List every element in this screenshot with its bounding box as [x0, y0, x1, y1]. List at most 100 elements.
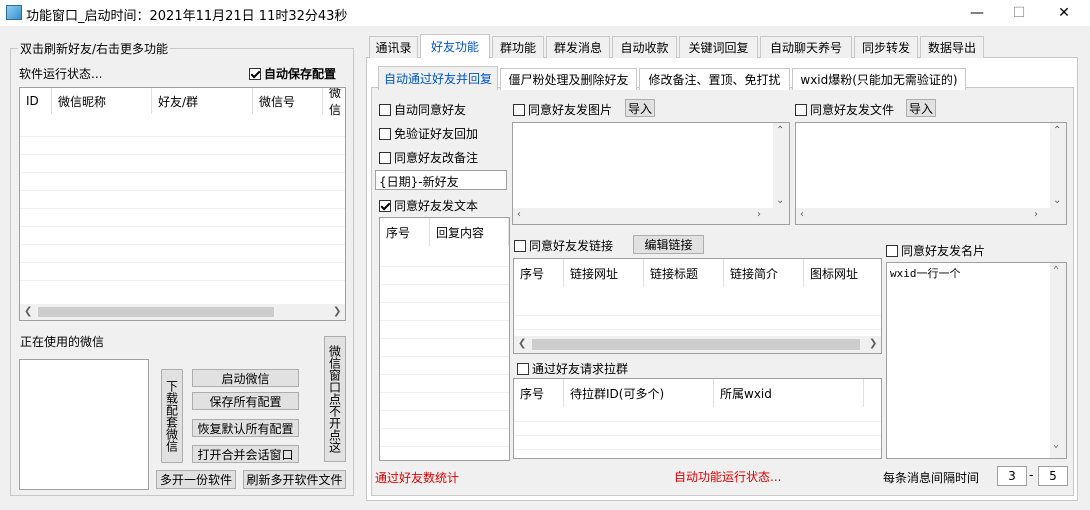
image-list-box[interactable]: ⌃ ⌄ ‹ › — [512, 122, 790, 225]
close-button[interactable]: ✕ — [1041, 0, 1087, 26]
link-table[interactable]: 序号 链接网址 链接标题 链接简介 图标网址 ❮ ❯ — [513, 258, 882, 354]
edit-link-button[interactable]: 编辑链接 — [633, 235, 704, 254]
horizontal-scrollbar[interactable]: ‹ › — [513, 208, 773, 224]
send-file-label: 同意好友发文件 — [810, 103, 895, 117]
interval-min-input[interactable]: 3 — [997, 466, 1027, 486]
title-bar: 功能窗口_启动时间：2021年11月21日 11时32分43秒 — ☐ ✕ — [0, 0, 1090, 26]
reply-text-table[interactable]: 序号 回复内容 — [379, 217, 510, 461]
tab-contacts[interactable]: 通讯录 — [369, 36, 418, 58]
download-wechat-button[interactable]: 下载配套微信 — [161, 369, 183, 463]
column-header[interactable]: 微信号 — [253, 88, 323, 114]
scroll-down-icon[interactable]: ⌄ — [1053, 439, 1059, 450]
subtab-edit-remark[interactable]: 修改备注、置顶、免打扰 — [639, 68, 790, 90]
interval-dash: - — [1029, 468, 1034, 482]
scroll-left-icon[interactable]: ❮ — [518, 338, 526, 349]
tab-friend-functions[interactable]: 好友功能 — [420, 34, 490, 58]
no-verify-label: 免验证好友回加 — [394, 127, 479, 141]
send-link-checkbox[interactable]: 同意好友发链接 — [514, 237, 613, 254]
column-header[interactable]: 链接标题 — [644, 259, 724, 287]
maximize-button[interactable]: ☐ — [996, 0, 1042, 26]
remark-input[interactable]: {日期}-新好友 — [375, 170, 507, 190]
tab-sync-forward[interactable]: 同步转发 — [854, 36, 918, 58]
scroll-right-icon[interactable]: ❯ — [333, 306, 341, 317]
pull-group-checkbox[interactable]: 通过好友请求拉群 — [517, 360, 628, 377]
minimize-button[interactable]: — — [954, 0, 1000, 26]
auto-save-checkbox[interactable]: 自动保存配置 — [249, 65, 336, 82]
vertical-scrollbar[interactable]: ⌃ ⌄ — [773, 123, 789, 224]
pull-group-table[interactable]: 序号 待拉群ID(可多个) 所属wxid — [513, 378, 882, 459]
tab-mass-message[interactable]: 群发消息 — [546, 36, 610, 58]
checkbox-icon — [379, 128, 391, 140]
open-merge-window-button[interactable]: 打开合并会话窗口 — [192, 445, 299, 463]
horizontal-scrollbar[interactable]: ❮ ❯ — [20, 304, 345, 320]
column-header[interactable]: 所属wxid — [714, 379, 864, 407]
tab-keyword-reply[interactable]: 关键词回复 — [679, 36, 758, 58]
no-verify-checkbox[interactable]: 免验证好友回加 — [379, 125, 478, 142]
import-image-button[interactable]: 导入 — [625, 99, 655, 117]
column-header[interactable]: 图标网址 — [804, 259, 881, 287]
scroll-thumb[interactable] — [532, 339, 860, 350]
column-header[interactable]: 序号 — [514, 259, 564, 287]
column-header[interactable]: ID — [20, 88, 52, 114]
column-header[interactable]: 待拉群ID(可多个) — [564, 379, 714, 407]
scroll-up-icon[interactable]: ⌃ — [1053, 125, 1061, 136]
multi-open-button[interactable]: 多开一份软件 — [156, 470, 236, 489]
send-image-label: 同意好友发图片 — [528, 103, 613, 117]
start-wechat-button[interactable]: 启动微信 — [192, 369, 299, 387]
change-remark-checkbox[interactable]: 同意好友改备注 — [379, 149, 478, 166]
column-header[interactable]: 链接简介 — [724, 259, 804, 287]
checkbox-icon — [379, 152, 391, 164]
scroll-left-icon[interactable]: ‹ — [800, 209, 804, 220]
subtab-wxid-fans[interactable]: wxid爆粉(只能加无需验证的) — [792, 68, 966, 90]
scroll-left-icon[interactable]: ❮ — [24, 306, 32, 317]
column-header[interactable]: 好友/群 — [152, 88, 253, 114]
app-icon — [6, 5, 22, 20]
scroll-right-icon[interactable]: › — [757, 209, 761, 220]
scroll-thumb[interactable] — [38, 307, 274, 317]
interval-max-input[interactable]: 5 — [1038, 466, 1068, 486]
checkbox-icon — [379, 104, 391, 116]
send-card-label: 同意好友发名片 — [901, 244, 986, 258]
tab-data-export[interactable]: 数据导出 — [920, 36, 984, 58]
horizontal-scrollbar[interactable]: ‹ › — [796, 208, 1050, 224]
column-header[interactable]: 回复内容 — [430, 218, 509, 246]
scroll-up-icon[interactable]: ⌃ — [1053, 265, 1059, 276]
restore-defaults-button[interactable]: 恢复默认所有配置 — [192, 419, 299, 437]
auto-accept-checkbox[interactable]: 自动同意好友 — [379, 101, 466, 118]
tab-auto-payment[interactable]: 自动收款 — [612, 36, 677, 58]
tab-group-functions[interactable]: 群功能 — [492, 36, 544, 58]
send-text-label: 同意好友发文本 — [394, 199, 479, 213]
scroll-left-icon[interactable]: ‹ — [517, 209, 521, 220]
send-file-checkbox[interactable]: 同意好友发文件 — [795, 101, 894, 118]
checkbox-icon — [379, 200, 391, 212]
send-text-checkbox[interactable]: 同意好友发文本 — [379, 197, 478, 214]
card-wxid-input[interactable]: wxid一行一个 ⌃ ⌄ — [886, 262, 1067, 459]
scroll-up-icon[interactable]: ⌃ — [776, 125, 784, 136]
scroll-right-icon[interactable]: › — [1034, 209, 1038, 220]
subtab-auto-accept[interactable]: 自动通过好友并回复 — [378, 66, 498, 90]
send-card-checkbox[interactable]: 同意好友发名片 — [886, 242, 985, 259]
subtab-zombie-fans[interactable]: 僵尸粉处理及删除好友 — [500, 68, 637, 90]
column-header[interactable]: 序号 — [380, 218, 430, 246]
column-header[interactable]: 链接网址 — [564, 259, 644, 287]
column-header[interactable]: 微信 — [323, 88, 345, 117]
column-header[interactable]: 序号 — [514, 379, 564, 407]
wechat-in-use-list[interactable] — [19, 359, 149, 490]
auto-accept-label: 自动同意好友 — [394, 103, 467, 117]
friend-list-table[interactable]: ID 微信昵称 好友/群 微信号 微信 ❮ ❯ — [19, 87, 346, 321]
wechat-window-fix-button[interactable]: 微信窗口点不开点这 — [324, 336, 346, 462]
vertical-scrollbar[interactable]: ⌃ ⌄ — [1050, 123, 1066, 224]
horizontal-scrollbar[interactable]: ❮ ❯ — [514, 336, 881, 353]
change-remark-label: 同意好友改备注 — [394, 151, 479, 165]
tab-auto-chat[interactable]: 自动聊天养号 — [760, 36, 852, 58]
refresh-multi-button[interactable]: 刷新多开软件文件 — [243, 470, 346, 489]
scroll-down-icon[interactable]: ⌄ — [1053, 195, 1061, 206]
save-all-config-button[interactable]: 保存所有配置 — [192, 392, 299, 410]
scroll-right-icon[interactable]: ❯ — [869, 338, 877, 349]
import-file-button[interactable]: 导入 — [906, 99, 936, 117]
file-list-box[interactable]: ⌃ ⌄ ‹ › — [795, 122, 1067, 225]
send-image-checkbox[interactable]: 同意好友发图片 — [513, 101, 612, 118]
column-header[interactable]: 微信昵称 — [52, 88, 152, 114]
scroll-down-icon[interactable]: ⌄ — [776, 195, 784, 206]
vertical-scrollbar[interactable]: ⌃ ⌄ — [1050, 263, 1066, 458]
